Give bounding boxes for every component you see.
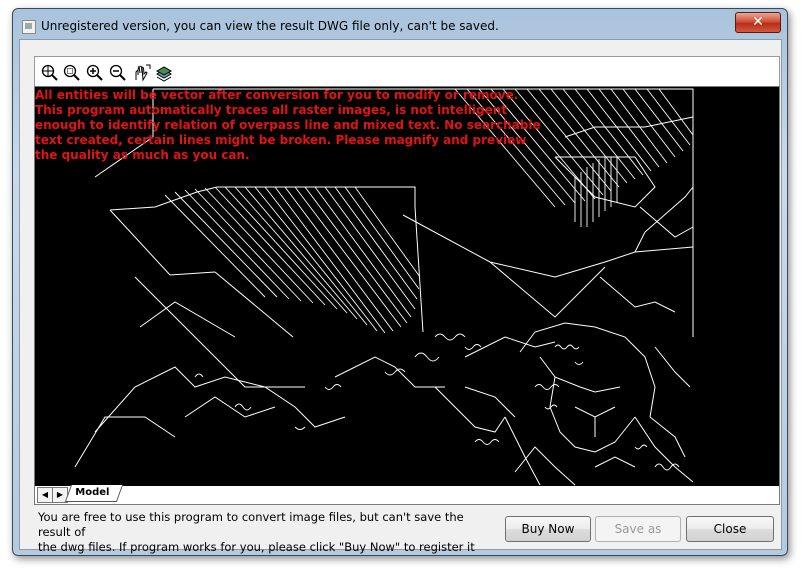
tab-model[interactable]: Model xyxy=(64,485,124,502)
layout-tab-bar: ◀ ▶ Model xyxy=(34,485,780,505)
info-line: the dwg files. If program works for you,… xyxy=(38,540,475,554)
layer-icon[interactable] xyxy=(153,62,175,84)
client-area: All entities will be vector after conver… xyxy=(19,39,782,554)
warning-line: the quality as much as you can. xyxy=(35,148,250,162)
drawing-canvas[interactable]: All entities will be vector after conver… xyxy=(34,86,780,488)
app-window: Unregistered version, you can view the r… xyxy=(12,8,788,556)
warning-line: enough to identify relation of overpass … xyxy=(35,118,541,132)
zoom-window-icon[interactable] xyxy=(61,62,83,84)
save-as-button[interactable]: Save as xyxy=(595,516,681,542)
registration-info: You are free to use this program to conv… xyxy=(38,510,498,555)
tab-prev-button[interactable]: ◀ xyxy=(37,487,53,503)
tab-model-label: Model xyxy=(75,487,110,498)
toolbar xyxy=(34,56,780,88)
close-button[interactable]: Close xyxy=(686,516,774,542)
zoom-realtime-icon[interactable] xyxy=(39,62,61,84)
pan-icon[interactable] xyxy=(130,62,152,84)
info-line: You are free to use this program to conv… xyxy=(38,510,464,539)
window-title: Unregistered version, you can view the r… xyxy=(41,19,499,33)
zoom-out-icon[interactable] xyxy=(107,62,129,84)
vector-warning-text: All entities will be vector after conver… xyxy=(35,88,555,163)
zoom-in-icon[interactable] xyxy=(84,62,106,84)
buy-now-button[interactable]: Buy Now xyxy=(505,516,591,542)
warning-line: All entities will be vector after conver… xyxy=(35,88,519,102)
warning-line: text created, certain lines might be bro… xyxy=(35,133,527,147)
app-icon xyxy=(22,20,36,34)
warning-line: This program automatically traces all ra… xyxy=(35,103,508,117)
window-close-button[interactable]: ✕ xyxy=(735,12,781,33)
